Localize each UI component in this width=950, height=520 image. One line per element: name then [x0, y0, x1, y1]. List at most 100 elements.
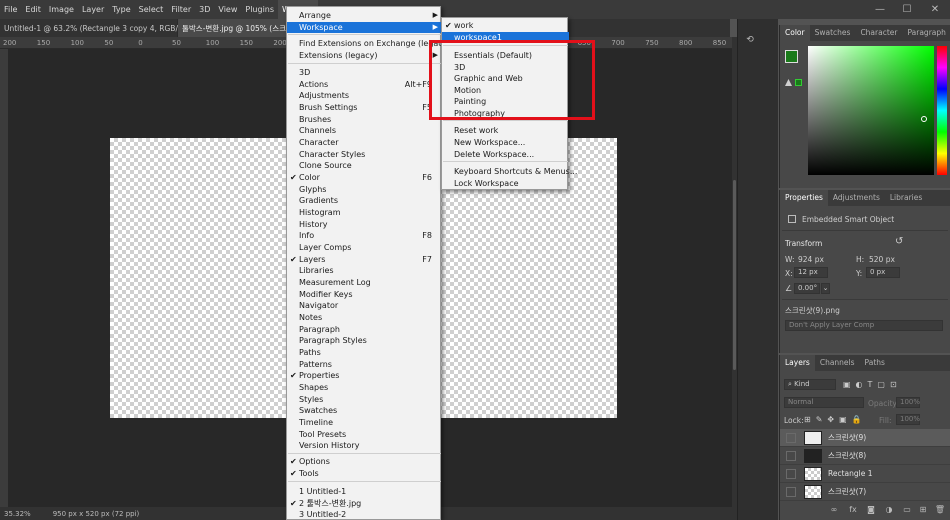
- color-field[interactable]: [808, 46, 934, 175]
- adjustment-layer-icon[interactable]: ◑: [884, 504, 894, 514]
- menu-item-gradients[interactable]: Gradients: [287, 195, 442, 206]
- layer-row[interactable]: 스크린샷(9): [780, 429, 950, 447]
- menu-type[interactable]: Type: [108, 0, 134, 19]
- opacity-field[interactable]: 100%: [896, 397, 920, 408]
- menu-item-paths[interactable]: Paths: [287, 347, 442, 358]
- layer-filter-icons[interactable]: ▣◐T▢⊡: [843, 380, 902, 389]
- layer-row[interactable]: Rectangle 1: [780, 465, 950, 483]
- menu-item-patterns[interactable]: Patterns: [287, 359, 442, 370]
- menu-edit[interactable]: Edit: [21, 0, 45, 19]
- tab-character[interactable]: Character: [855, 25, 902, 41]
- tab-channels[interactable]: Channels: [815, 355, 860, 371]
- visibility-toggle[interactable]: [786, 450, 796, 461]
- maximize-icon[interactable]: ☐: [896, 0, 918, 19]
- menu-item-workspace[interactable]: Workspace ▶: [287, 21, 442, 33]
- tab-layers[interactable]: Layers: [780, 355, 815, 371]
- workspace-item-lock-workspace[interactable]: Lock Workspace: [442, 178, 569, 189]
- tab-paths[interactable]: Paths: [860, 355, 890, 371]
- menu-item-navigator[interactable]: Navigator: [287, 300, 442, 311]
- menu-item-2-jpg[interactable]: ✔ 2 툴박스-변환.jpg: [287, 498, 442, 509]
- menu-item-character-styles[interactable]: Character Styles: [287, 149, 442, 160]
- menu-file[interactable]: File: [0, 0, 21, 19]
- blend-mode-select[interactable]: Normal: [784, 397, 864, 408]
- menu-item-paragraph-styles[interactable]: Paragraph Styles: [287, 335, 442, 346]
- workspace-item-new-workspace[interactable]: New Workspace...: [442, 137, 569, 148]
- menu-item-channels[interactable]: Channels: [287, 125, 442, 136]
- layer-style-icon[interactable]: fx: [848, 504, 858, 514]
- menu-item-actions[interactable]: Actions Alt+F9: [287, 79, 442, 90]
- tab-libraries[interactable]: Libraries: [885, 190, 927, 206]
- menu-item-1-untitled-1[interactable]: 1 Untitled-1: [287, 486, 442, 497]
- menu-item-swatches[interactable]: Swatches: [287, 405, 442, 416]
- menu-item-3-untitled-2[interactable]: 3 Untitled-2: [287, 509, 442, 520]
- menu-item-clone-source[interactable]: Clone Source: [287, 160, 442, 171]
- menu-3d[interactable]: 3D: [195, 0, 214, 19]
- web-safe-icon[interactable]: [795, 79, 802, 86]
- close-window-icon[interactable]: ✕: [924, 0, 946, 19]
- menu-item-tool-presets[interactable]: Tool Presets: [287, 429, 442, 440]
- menu-item-libraries[interactable]: Libraries: [287, 265, 442, 276]
- link-layers-icon[interactable]: ∞: [829, 504, 839, 514]
- menu-item-info[interactable]: Info F8: [287, 230, 442, 241]
- tab-swatches[interactable]: Swatches: [810, 25, 856, 41]
- menu-item-styles[interactable]: Styles: [287, 394, 442, 405]
- foreground-color-swatch[interactable]: [785, 50, 798, 63]
- tab-adjustments[interactable]: Adjustments: [828, 190, 885, 206]
- menu-item-history[interactable]: History: [287, 219, 442, 230]
- menu-item-arrange[interactable]: Arrange ▶: [287, 10, 442, 21]
- menu-item-brushes[interactable]: Brushes: [287, 114, 442, 125]
- menu-view[interactable]: View: [214, 0, 241, 19]
- zoom-level[interactable]: 35.32%: [0, 510, 35, 518]
- angle-dropdown-icon[interactable]: ⌄: [821, 283, 830, 294]
- menu-item-measurement-log[interactable]: Measurement Log: [287, 277, 442, 288]
- color-picker-cursor[interactable]: [921, 116, 927, 122]
- workspace-item-delete-workspace[interactable]: Delete Workspace...: [442, 149, 569, 160]
- menu-item-extensions-legacy[interactable]: Extensions (legacy) ▶: [287, 50, 442, 61]
- hue-slider[interactable]: [937, 46, 947, 175]
- menu-item-adjustments[interactable]: Adjustments: [287, 90, 442, 101]
- visibility-toggle[interactable]: [786, 432, 796, 443]
- lock-icons[interactable]: ⊞✎✥▣🔒: [804, 415, 867, 424]
- menu-item-3d[interactable]: 3D: [287, 67, 442, 78]
- layer-row[interactable]: 스크린샷(8): [780, 447, 950, 465]
- menu-item-histogram[interactable]: Histogram: [287, 207, 442, 218]
- menu-item-color[interactable]: ✔ Color F6: [287, 172, 442, 183]
- reset-transform-icon[interactable]: ↺: [895, 236, 903, 247]
- width-value[interactable]: 924 px: [798, 255, 824, 264]
- menu-plugins[interactable]: Plugins: [241, 0, 278, 19]
- new-layer-icon[interactable]: ⊞: [918, 504, 928, 514]
- workspace-item-work[interactable]: ✔ work: [442, 20, 569, 31]
- menu-item-timeline[interactable]: Timeline: [287, 417, 442, 428]
- workspace-item-reset-work[interactable]: Reset work: [442, 125, 569, 136]
- y-field[interactable]: 0 px: [866, 267, 900, 278]
- menu-item-layers[interactable]: ✔ Layers F7: [287, 254, 442, 265]
- angle-field[interactable]: 0.00°: [794, 283, 820, 294]
- history-panel-icon[interactable]: ⟲: [743, 33, 757, 47]
- menu-item-notes[interactable]: Notes: [287, 312, 442, 323]
- layer-row[interactable]: 스크린샷(7): [780, 483, 950, 501]
- add-mask-icon[interactable]: ◙: [866, 504, 876, 514]
- tab-color[interactable]: Color: [780, 25, 810, 41]
- new-group-icon[interactable]: ▭: [902, 504, 912, 514]
- layer-comp-select[interactable]: Don't Apply Layer Comp: [785, 320, 943, 331]
- menu-item-shapes[interactable]: Shapes: [287, 382, 442, 393]
- minimize-icon[interactable]: —: [869, 0, 891, 19]
- menu-item-properties[interactable]: ✔ Properties: [287, 370, 442, 381]
- menu-item-character[interactable]: Character: [287, 137, 442, 148]
- workspace-item-keyboard-shortcuts-menus[interactable]: Keyboard Shortcuts & Menus...: [442, 166, 577, 177]
- menu-item-glyphs[interactable]: Glyphs: [287, 184, 442, 195]
- menu-item-brush-settings[interactable]: Brush Settings F5: [287, 102, 442, 113]
- menu-layer[interactable]: Layer: [78, 0, 108, 19]
- menu-item-tools[interactable]: ✔ Tools: [287, 468, 442, 479]
- visibility-toggle[interactable]: [786, 486, 796, 497]
- tab-properties[interactable]: Properties: [780, 190, 828, 206]
- fill-field[interactable]: 100%: [896, 414, 920, 425]
- menu-select[interactable]: Select: [135, 0, 168, 19]
- menu-item-paragraph[interactable]: Paragraph: [287, 324, 442, 335]
- layer-filter-select[interactable]: ⌕ Kind: [784, 379, 836, 390]
- menu-image[interactable]: Image: [45, 0, 78, 19]
- height-value[interactable]: 520 px: [869, 255, 895, 264]
- menu-item-find-extensions-on-exchange-legacy[interactable]: Find Extensions on Exchange (legacy)...: [287, 38, 458, 49]
- visibility-toggle[interactable]: [786, 468, 796, 479]
- menu-item-options[interactable]: ✔ Options: [287, 456, 442, 467]
